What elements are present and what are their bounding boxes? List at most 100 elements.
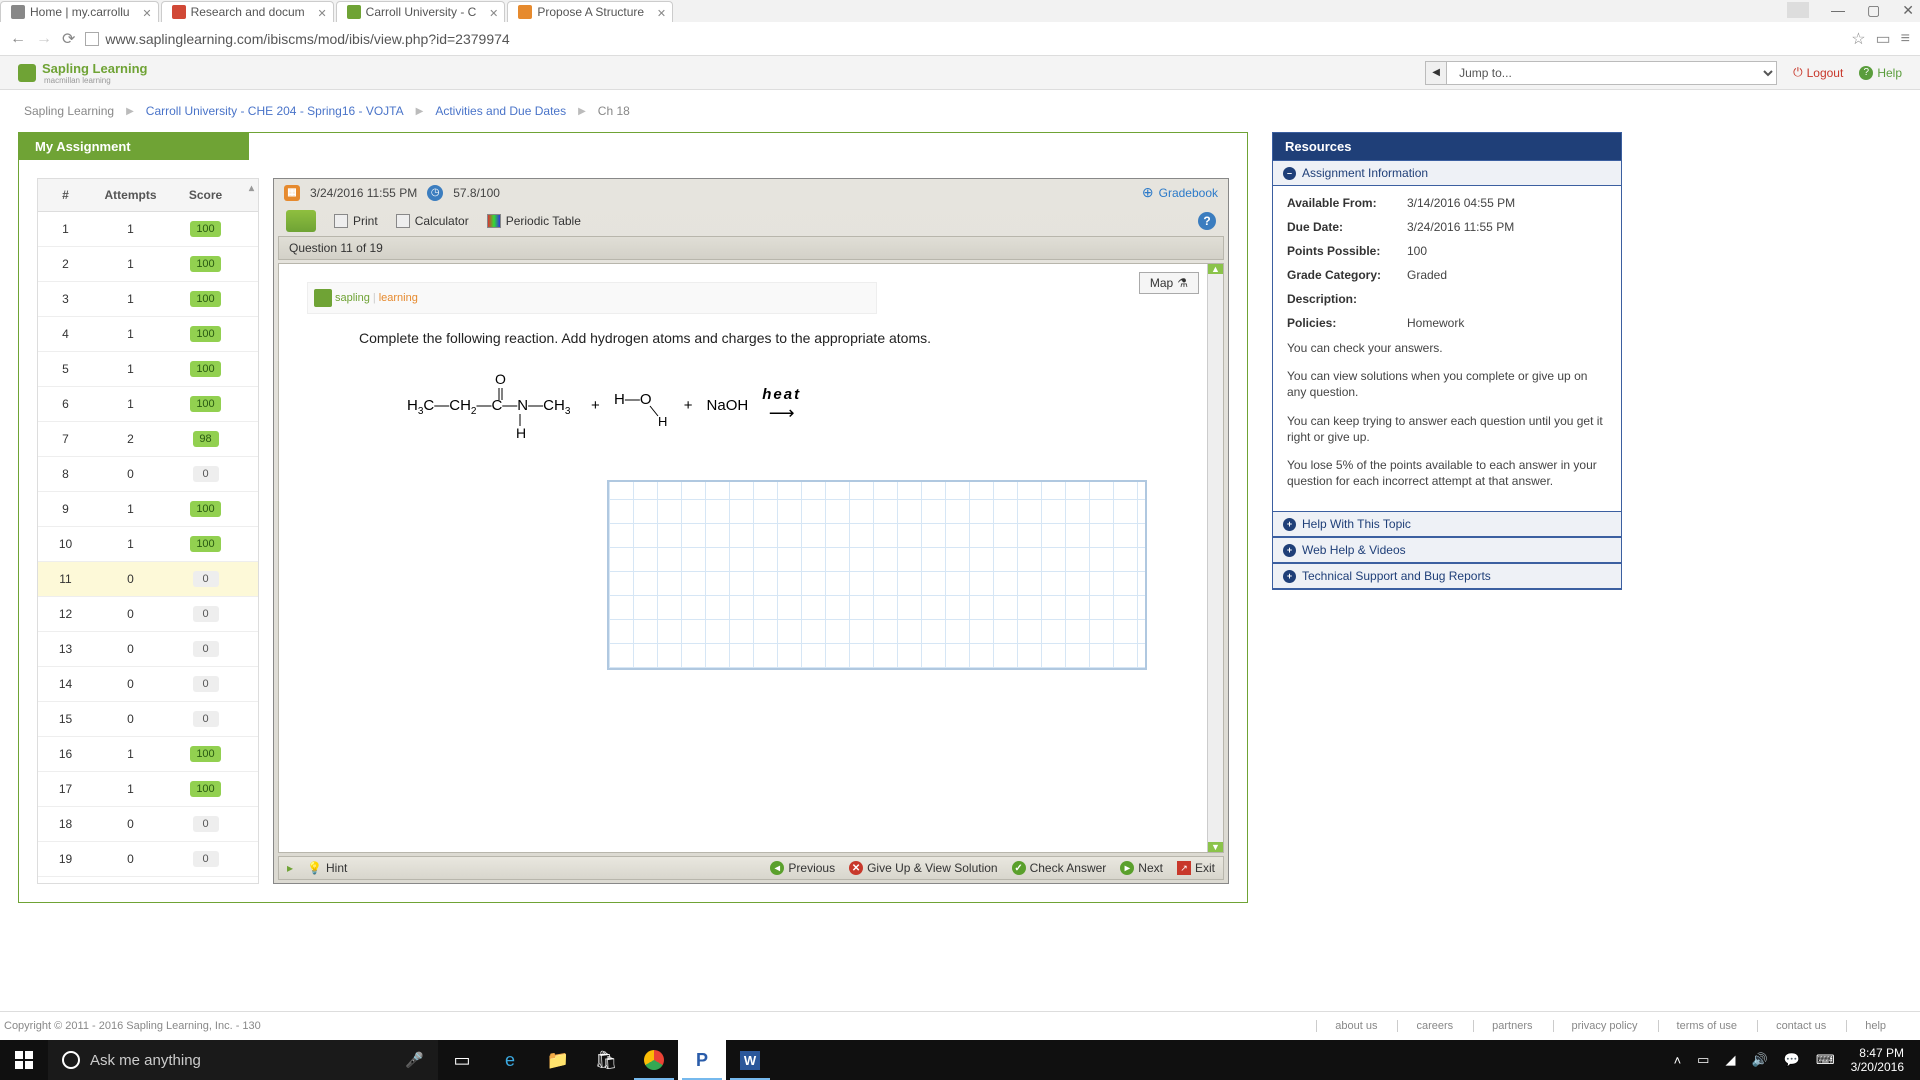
question-row[interactable]: 11100 — [38, 212, 258, 247]
breadcrumb-course[interactable]: Carroll University - CHE 204 - Spring16 … — [146, 104, 404, 118]
footer-link[interactable]: careers — [1397, 1020, 1453, 1032]
drawing-canvas[interactable] — [607, 480, 1147, 670]
question-row[interactable]: 7298 — [38, 422, 258, 457]
app-icon[interactable]: P — [678, 1040, 726, 1080]
scroll-up-icon[interactable]: ▲ — [1208, 264, 1223, 274]
exit-icon: ↗ — [1177, 861, 1191, 875]
question-row[interactable]: 161100 — [38, 737, 258, 772]
question-row[interactable]: 1200 — [38, 597, 258, 632]
scroll-down-icon[interactable]: ▼ — [1208, 842, 1223, 852]
question-row[interactable]: 171100 — [38, 772, 258, 807]
print-button[interactable]: Print — [334, 214, 378, 228]
question-row[interactable]: 21100 — [38, 247, 258, 282]
question-row[interactable]: 1800 — [38, 807, 258, 842]
clock[interactable]: 8:47 PM3/20/2016 — [1851, 1046, 1910, 1075]
menu-icon[interactable]: ≡ — [1901, 30, 1910, 48]
hint-button[interactable]: 💡Hint — [307, 861, 347, 875]
giveup-button[interactable]: ✕Give Up & View Solution — [849, 861, 998, 875]
user-icon[interactable] — [1787, 2, 1809, 18]
question-row[interactable]: 800 — [38, 457, 258, 492]
calculator-button[interactable]: Calculator — [396, 214, 469, 228]
notifications-icon[interactable]: 💬 — [1784, 1052, 1800, 1068]
forward-icon[interactable]: → — [36, 30, 52, 48]
close-icon[interactable]: ✕ — [317, 7, 326, 20]
browser-tab[interactable]: Propose A Structure✕ — [507, 1, 673, 22]
question-row[interactable]: 101100 — [38, 527, 258, 562]
device-icon[interactable]: ▭ — [1876, 29, 1891, 49]
start-button[interactable] — [0, 1040, 48, 1080]
footer-link[interactable]: about us — [1316, 1020, 1377, 1032]
jump-to[interactable]: ◀ Jump to... — [1425, 61, 1777, 85]
chevron-up-icon[interactable]: ˄ — [1674, 1053, 1682, 1068]
keyboard-icon[interactable]: ⌨ — [1816, 1052, 1835, 1068]
question-row[interactable]: 41100 — [38, 317, 258, 352]
scroll-up-icon[interactable]: ▴ — [249, 183, 254, 194]
taskbar: Ask me anything🎤 ▭ e 📁 🛍 P W ˄ ▭ ◢ 🔊 💬 ⌨… — [0, 1040, 1920, 1080]
task-view-icon[interactable]: ▭ — [438, 1040, 486, 1080]
breadcrumb-chapter: Ch 18 — [598, 104, 630, 118]
minimize-icon[interactable]: — — [1831, 2, 1845, 19]
help-icon[interactable]: ? — [1198, 212, 1216, 230]
reload-icon[interactable]: ⟳ — [62, 29, 75, 49]
calendar-icon: ▦ — [284, 185, 300, 201]
question-row[interactable]: 1400 — [38, 667, 258, 702]
section-web-help[interactable]: +Web Help & Videos — [1273, 537, 1621, 563]
volume-icon[interactable]: 🔊 — [1751, 1052, 1767, 1068]
question-list: # Attempts Score ▴ 111002110031100411005… — [37, 178, 259, 884]
previous-button[interactable]: ◂Previous — [770, 861, 835, 875]
jump-prev-icon[interactable]: ◀ — [1425, 61, 1447, 85]
footer-link[interactable]: terms of use — [1658, 1020, 1738, 1032]
help-link[interactable]: ?Help — [1859, 66, 1902, 80]
url-bar[interactable]: www.saplinglearning.com/ibiscms/mod/ibis… — [85, 31, 1841, 47]
explorer-icon[interactable]: 📁 — [534, 1040, 582, 1080]
question-row[interactable]: 31100 — [38, 282, 258, 317]
breadcrumb-activities[interactable]: Activities and Due Dates — [435, 104, 566, 118]
section-assignment-info[interactable]: –Assignment Information — [1273, 160, 1621, 186]
map-button[interactable]: Map⚗ — [1139, 272, 1199, 294]
footer-link[interactable]: partners — [1473, 1020, 1532, 1032]
chrome-icon[interactable] — [630, 1040, 678, 1080]
close-icon[interactable]: ✕ — [657, 7, 666, 20]
question-row[interactable]: 91100 — [38, 492, 258, 527]
close-icon[interactable]: ✕ — [489, 7, 498, 20]
resources-title: Resources — [1273, 133, 1621, 160]
back-icon[interactable]: ← — [10, 30, 26, 48]
periodic-table-button[interactable]: Periodic Table — [487, 214, 581, 228]
maximize-icon[interactable]: ▢ — [1867, 2, 1880, 19]
section-tech-support[interactable]: +Technical Support and Bug Reports — [1273, 563, 1621, 589]
wifi-icon[interactable]: ◢ — [1725, 1052, 1735, 1068]
molecule-water: H—O H — [614, 380, 670, 430]
label-policies: Policies: — [1287, 316, 1407, 330]
logout-link[interactable]: ⏻Logout — [1793, 65, 1843, 80]
question-row[interactable]: 1100 — [38, 562, 258, 597]
browser-tab[interactable]: Carroll University - C✕ — [336, 1, 506, 22]
check-button[interactable]: ✓Check Answer — [1012, 861, 1107, 875]
question-row[interactable]: 61100 — [38, 387, 258, 422]
question-row[interactable]: 51100 — [38, 352, 258, 387]
question-row[interactable]: 1500 — [38, 702, 258, 737]
browser-tab[interactable]: Home | my.carrollu✕ — [0, 1, 159, 22]
footer-link[interactable]: privacy policy — [1553, 1020, 1638, 1032]
chevron-right-icon: ▶ — [416, 106, 424, 117]
store-icon[interactable]: 🛍 — [582, 1040, 630, 1080]
jump-select[interactable]: Jump to... — [1447, 61, 1777, 85]
close-icon[interactable]: ✕ — [142, 7, 151, 20]
next-button[interactable]: ▸Next — [1120, 861, 1163, 875]
browser-tab[interactable]: Research and docum✕ — [161, 1, 334, 22]
bookmark-icon[interactable]: ☆ — [1851, 29, 1865, 49]
mic-icon[interactable]: 🎤 — [405, 1051, 424, 1069]
footer-link[interactable]: contact us — [1757, 1020, 1826, 1032]
section-help-topic[interactable]: +Help With This Topic — [1273, 511, 1621, 537]
periodic-table-icon — [487, 214, 501, 228]
gradebook-link[interactable]: ⊕Gradebook — [1142, 184, 1218, 201]
question-row[interactable]: 1900 — [38, 842, 258, 877]
exit-button[interactable]: ↗Exit — [1177, 861, 1215, 875]
scrollbar[interactable]: ▲▼ — [1207, 264, 1223, 852]
question-row[interactable]: 1300 — [38, 632, 258, 667]
battery-icon[interactable]: ▭ — [1697, 1052, 1709, 1068]
edge-icon[interactable]: e — [486, 1040, 534, 1080]
close-icon[interactable]: ✕ — [1902, 2, 1914, 19]
footer-link[interactable]: help — [1846, 1020, 1886, 1032]
cortana-search[interactable]: Ask me anything🎤 — [48, 1040, 438, 1080]
word-icon[interactable]: W — [726, 1040, 774, 1080]
